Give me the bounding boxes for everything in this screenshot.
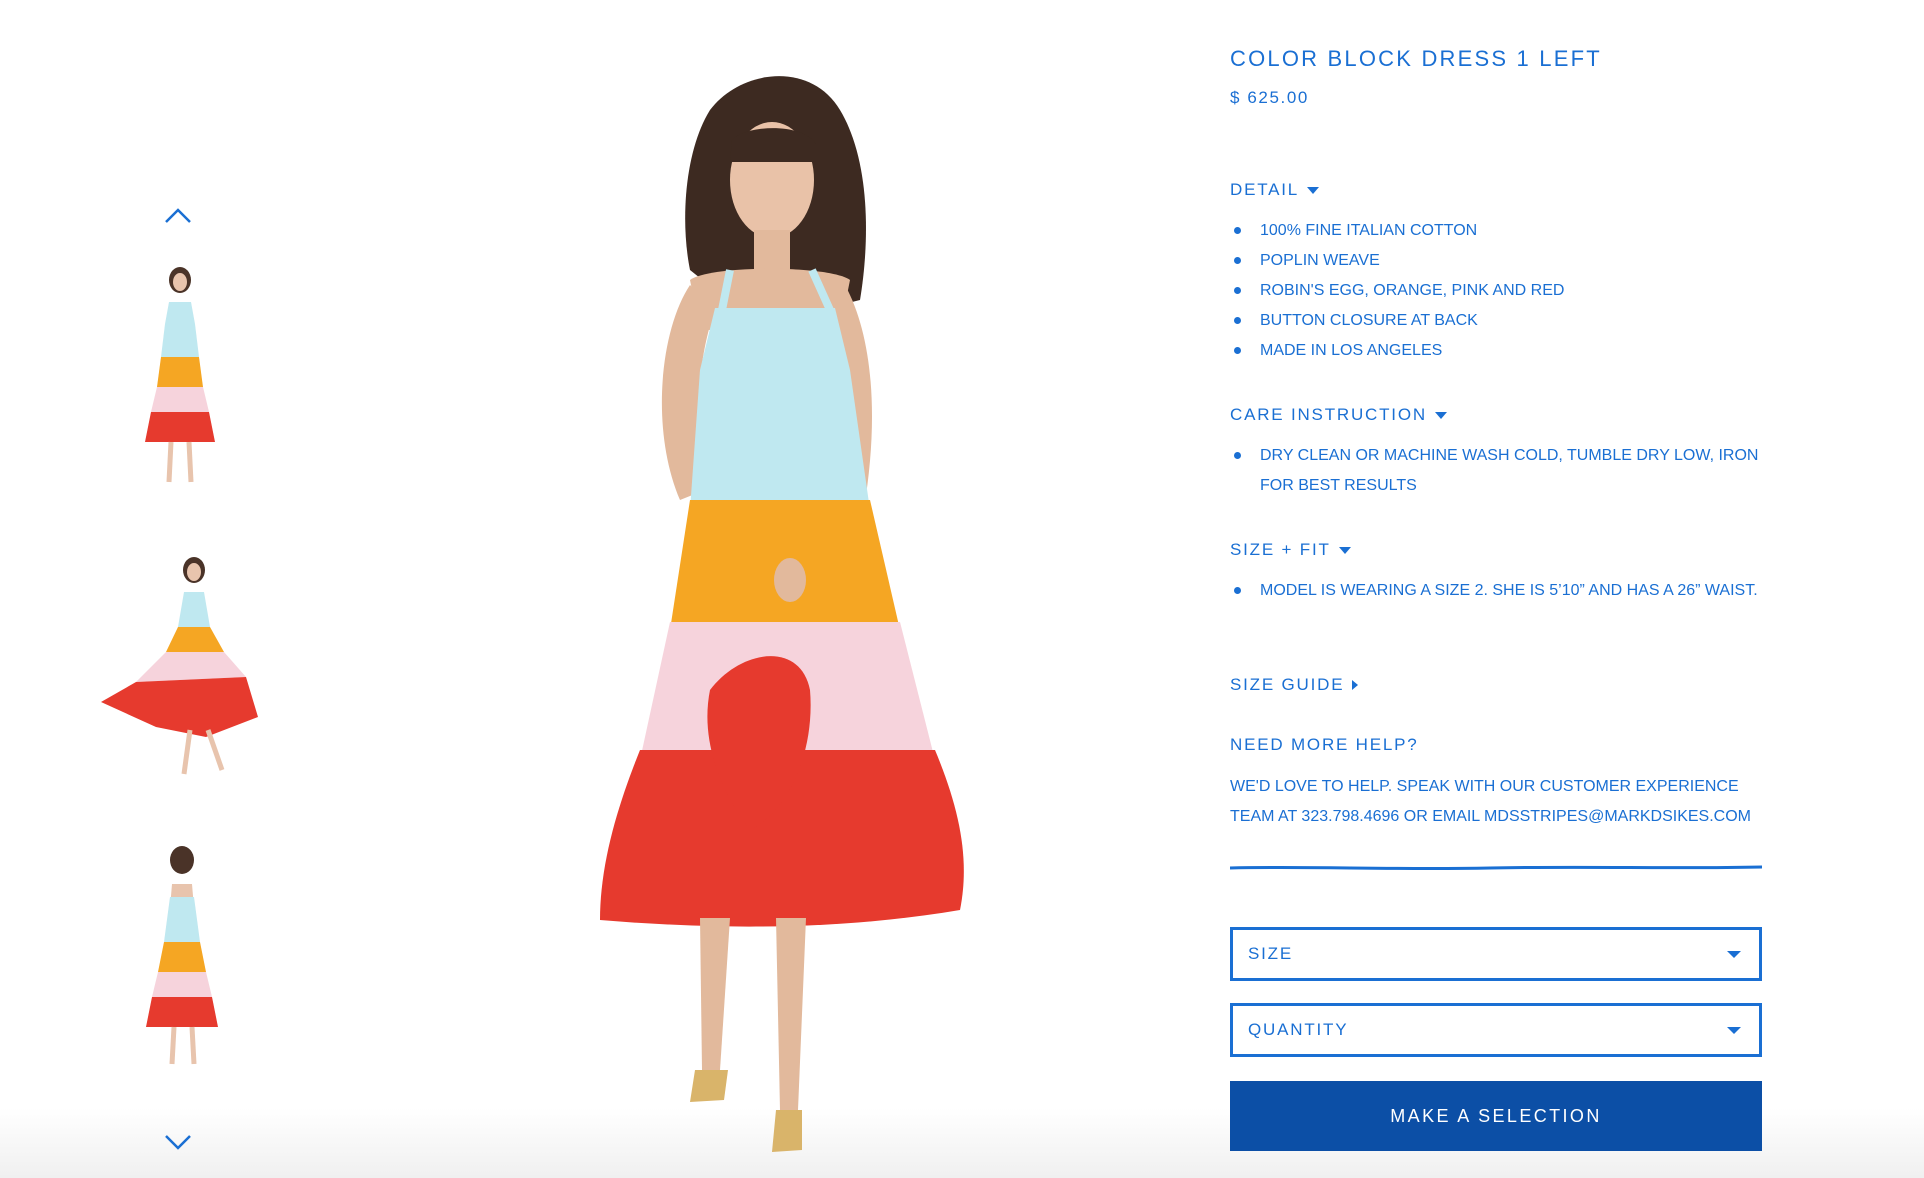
gallery-next-button[interactable] xyxy=(158,1128,198,1156)
care-heading: CARE INSTRUCTION xyxy=(1230,405,1427,424)
caret-down-icon xyxy=(1307,186,1320,194)
thumbnail-back-view[interactable] xyxy=(130,842,240,1072)
dress-back-thumbnail xyxy=(146,846,218,1065)
chevron-down-icon xyxy=(1727,950,1741,958)
gallery-prev-button[interactable] xyxy=(158,200,198,228)
caret-down-icon xyxy=(1434,411,1447,419)
fit-heading: SIZE + FIT xyxy=(1230,540,1331,559)
dress-twirl-thumbnail xyxy=(101,557,258,775)
help-heading: NEED MORE HELP? xyxy=(1230,735,1419,754)
divider xyxy=(1230,865,1762,871)
main-product-image xyxy=(540,70,1060,1178)
care-list: Dry Clean or Machine Wash Cold, Tumble D… xyxy=(1230,441,1762,501)
caret-down-icon xyxy=(1338,546,1351,554)
list-item: Model is wearing a size 2. She is 5’10” … xyxy=(1230,576,1762,606)
thumbnail-twirl-view[interactable] xyxy=(96,552,262,782)
help-text: We'd love to help. Speak with our custom… xyxy=(1230,778,1751,825)
make-selection-button[interactable]: MAKE A SELECTION xyxy=(1230,1081,1762,1151)
care-toggle[interactable]: CARE INSTRUCTION xyxy=(1230,405,1447,425)
chevron-down-icon xyxy=(1727,1026,1741,1034)
size-select-label: SIZE xyxy=(1248,944,1293,963)
size-guide-link[interactable]: SIZE GUIDE xyxy=(1230,675,1359,695)
caret-right-icon xyxy=(1352,680,1359,690)
thumbnail-gallery xyxy=(0,0,360,1178)
dress-front-thumbnail xyxy=(145,267,215,483)
quantity-select[interactable]: QUANTITY xyxy=(1230,1003,1762,1057)
size-select[interactable]: SIZE xyxy=(1230,927,1762,981)
product-price: $ 625.00 xyxy=(1230,88,1309,107)
size-guide-label: SIZE GUIDE xyxy=(1230,675,1345,694)
detail-list: 100% Fine Italian Cotton Poplin Weave Ro… xyxy=(1230,216,1762,366)
list-item: 100% Fine Italian Cotton xyxy=(1230,216,1762,246)
list-item: Made in Los Angeles xyxy=(1230,336,1762,366)
list-item: Dry Clean or Machine Wash Cold, Tumble D… xyxy=(1230,441,1762,501)
thumbnail-front-view[interactable] xyxy=(125,262,235,492)
list-item: Poplin Weave xyxy=(1230,246,1762,276)
quantity-select-label: QUANTITY xyxy=(1248,1020,1349,1039)
list-item: Robin's Egg, Orange, Pink and Red xyxy=(1230,276,1762,306)
detail-toggle[interactable]: DETAIL xyxy=(1230,180,1320,200)
product-title: COLOR BLOCK DRESS 1 LEFT xyxy=(1230,46,1602,71)
list-item: Button Closure at Back xyxy=(1230,306,1762,336)
detail-heading: DETAIL xyxy=(1230,180,1300,199)
fit-list: Model is wearing a size 2. She is 5’10” … xyxy=(1230,576,1762,606)
chevron-down-icon xyxy=(165,1135,191,1150)
chevron-up-icon xyxy=(165,208,191,223)
fit-toggle[interactable]: SIZE + FIT xyxy=(1230,540,1351,560)
